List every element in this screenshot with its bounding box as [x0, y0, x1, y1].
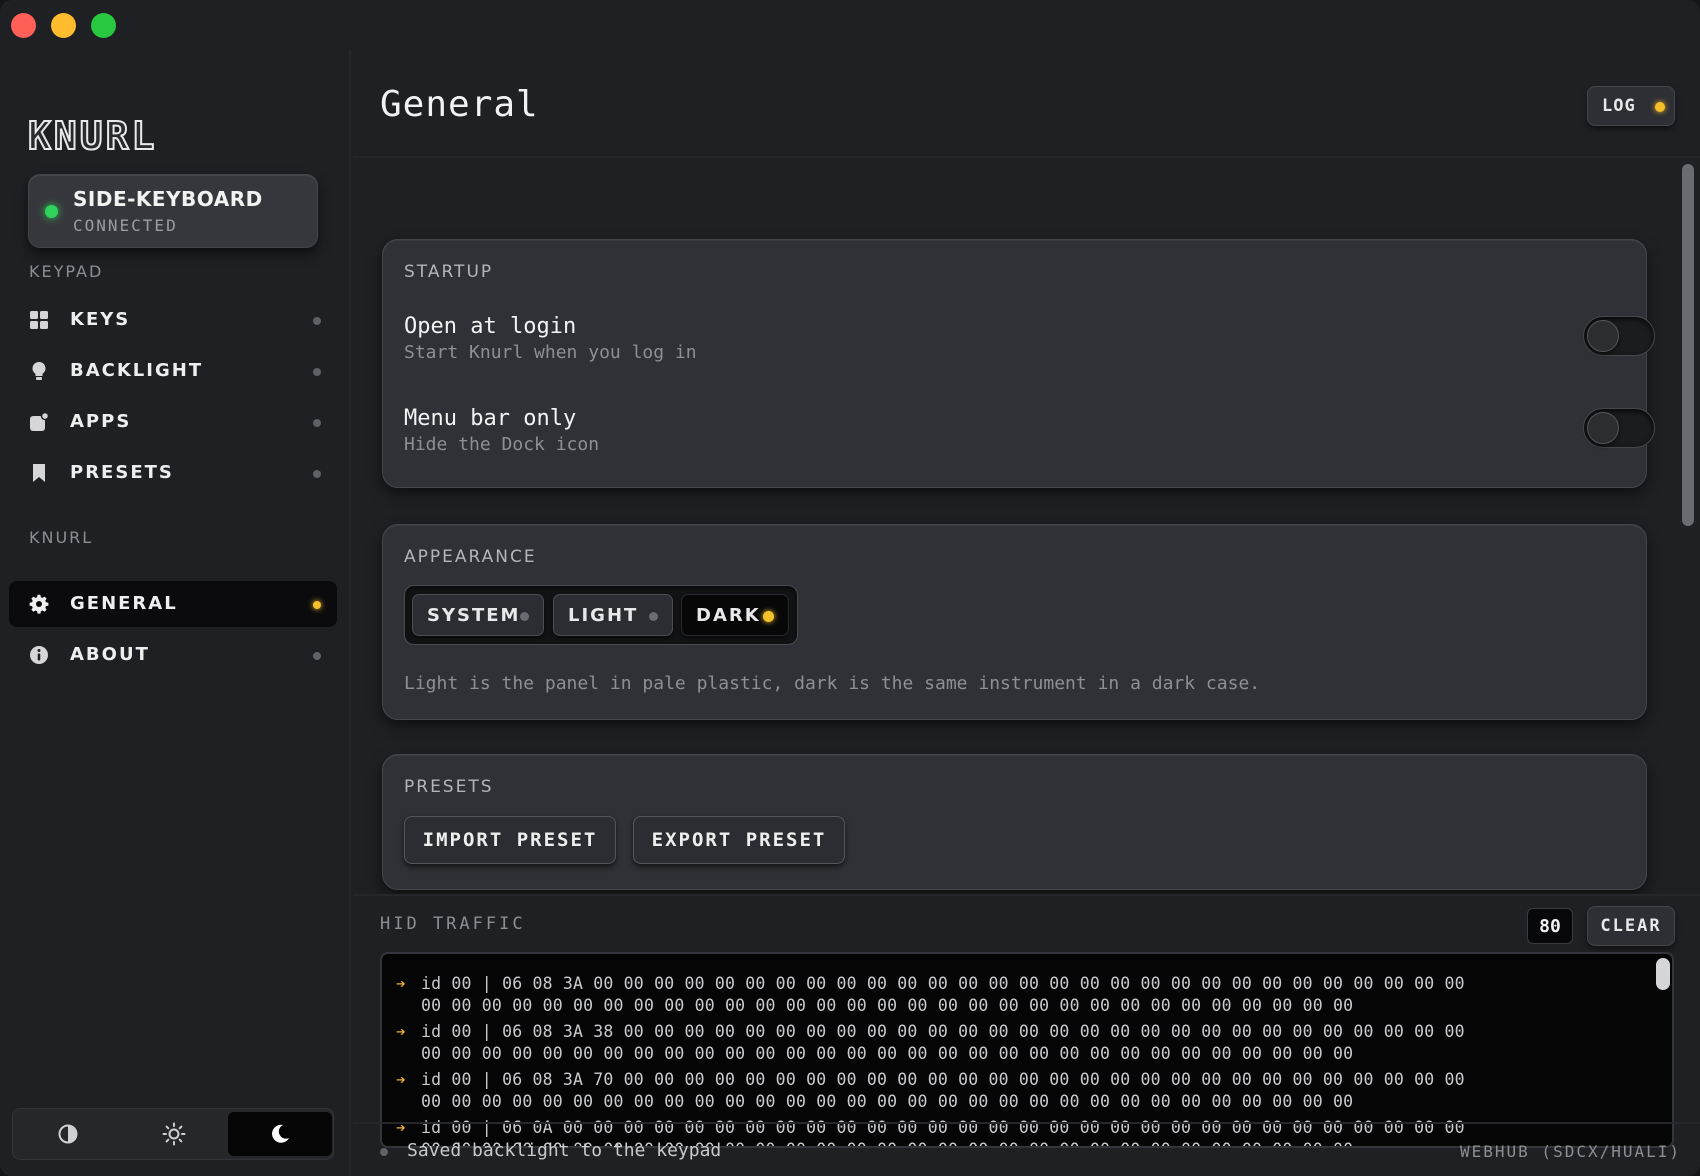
sidebar-item-label: BACKLIGHT: [70, 360, 204, 381]
segment-dot: [520, 612, 529, 621]
appearance-card: APPEARANCE SYSTEM LIGHT DARK Light is th…: [382, 524, 1647, 720]
main-panel: General LOG STARTUP Open at login Start …: [353, 50, 1700, 1176]
segment-label: LIGHT: [568, 605, 639, 626]
segment-dot: [649, 612, 658, 621]
theme-switch: [12, 1108, 334, 1160]
hid-line: id 00 | 06 08 3A 00 00 00 00 00 00 00 00…: [421, 974, 1465, 993]
hid-log-scrollbar[interactable]: [1656, 958, 1670, 990]
connection-source: WEBHUB (SDCX/HUALI): [1460, 1142, 1682, 1161]
contrast-icon: [58, 1124, 78, 1144]
sidebar-item-general[interactable]: GENERAL: [9, 581, 337, 627]
hid-count-badge: 80: [1527, 908, 1573, 944]
hid-line: 00 00 00 00 00 00 00 00 00 00 00 00 00 0…: [421, 996, 1354, 1015]
log-indicator-dot: [1655, 102, 1665, 112]
hid-traffic-title: HID TRAFFIC: [380, 914, 526, 934]
log-button[interactable]: LOG: [1587, 86, 1675, 126]
menu-bar-only-toggle[interactable]: [1583, 408, 1655, 448]
sun-icon: [162, 1122, 186, 1146]
export-preset-button[interactable]: EXPORT PRESET: [633, 816, 845, 864]
app-logo: KNURL: [27, 113, 158, 159]
sidebar-item-label: PRESETS: [70, 462, 174, 483]
toggle-knob: [1587, 320, 1619, 352]
card-title: APPEARANCE: [404, 547, 537, 567]
import-preset-button[interactable]: IMPORT PRESET: [404, 816, 616, 864]
settings-scroll-area[interactable]: STARTUP Open at login Start Knurl when y…: [353, 158, 1700, 894]
sidebar-item-label: APPS: [70, 411, 132, 432]
appearance-light-button[interactable]: LIGHT: [553, 594, 673, 636]
hid-line: id 00 | 06 08 3A 70 00 00 00 00 00 00 00…: [421, 1070, 1465, 1089]
sidebar-item-label: KEYS: [70, 309, 131, 330]
appearance-segmented-control: SYSTEM LIGHT DARK: [404, 585, 798, 645]
open-at-login-toggle[interactable]: [1583, 316, 1655, 356]
startup-card: STARTUP Open at login Start Knurl when y…: [382, 239, 1655, 488]
info-icon: [30, 646, 48, 664]
segment-label: DARK: [696, 605, 761, 626]
status-dot: [380, 1148, 388, 1156]
setting-subtitle: Start Knurl when you log in: [404, 342, 697, 363]
sidebar-item-backlight[interactable]: BACKLIGHT: [9, 348, 337, 394]
connection-led: [45, 205, 58, 218]
card-title: STARTUP: [404, 262, 494, 282]
theme-dark-option[interactable]: [228, 1112, 332, 1156]
segment-label: SYSTEM: [427, 605, 521, 626]
theme-light-option[interactable]: [122, 1112, 226, 1156]
sidebar: KNURL SIDE-KEYBOARD CONNECTED KEYPAD KEY…: [0, 50, 351, 1176]
status-bar: Saved backlight to the keypad WEBHUB (SD…: [353, 1122, 1700, 1176]
bulb-icon: [32, 362, 46, 380]
status-dot: [313, 368, 321, 376]
outgoing-arrow-icon: ➔: [396, 1070, 406, 1089]
app-icon: [30, 412, 49, 431]
setting-subtitle: Hide the Dock icon: [404, 434, 600, 455]
device-status-card[interactable]: SIDE-KEYBOARD CONNECTED: [28, 174, 318, 248]
zoom-window-button[interactable]: [91, 13, 116, 38]
presets-card: PRESETS IMPORT PRESET EXPORT PRESET: [382, 754, 1647, 890]
hid-line: 00 00 00 00 00 00 00 00 00 00 00 00 00 0…: [421, 1044, 1354, 1063]
sidebar-item-keys[interactable]: KEYS: [9, 297, 337, 343]
moon-icon: [272, 1124, 289, 1143]
toggle-knob: [1587, 412, 1619, 444]
appearance-system-button[interactable]: SYSTEM: [412, 594, 544, 636]
status-dot: [313, 419, 321, 427]
outgoing-arrow-icon: ➔: [396, 974, 406, 993]
outgoing-arrow-icon: ➔: [396, 1022, 406, 1041]
clear-button[interactable]: CLEAR: [1587, 906, 1675, 946]
active-indicator-dot: [313, 601, 321, 609]
bookmark-icon: [33, 464, 45, 482]
sidebar-item-apps[interactable]: APPS: [9, 399, 337, 445]
minimize-window-button[interactable]: [51, 13, 76, 38]
status-dot: [313, 317, 321, 325]
sidebar-item-label: GENERAL: [70, 593, 178, 614]
appearance-dark-button[interactable]: DARK: [681, 594, 789, 636]
segment-selected-dot: [763, 611, 774, 622]
theme-system-option[interactable]: [16, 1112, 120, 1156]
sidebar-item-presets[interactable]: PRESETS: [9, 450, 337, 496]
status-dot: [313, 470, 321, 478]
close-window-button[interactable]: [11, 13, 36, 38]
device-status: CONNECTED: [73, 216, 178, 235]
card-title: PRESETS: [404, 777, 494, 797]
sidebar-section-keypad: KEYPAD: [29, 262, 104, 281]
status-dot: [313, 652, 321, 660]
page-title: General: [380, 84, 539, 125]
setting-title: Menu bar only: [404, 406, 577, 431]
gear-icon: [29, 594, 49, 614]
appearance-description: Light is the panel in pale plastic, dark…: [404, 673, 1261, 694]
app-window: KNURL SIDE-KEYBOARD CONNECTED KEYPAD KEY…: [0, 0, 1700, 1176]
hid-traffic-log[interactable]: ➔ id 00 | 06 08 3A 00 00 00 00 00 00 00 …: [380, 952, 1674, 1148]
grid-icon: [30, 311, 48, 329]
sidebar-item-label: ABOUT: [70, 644, 150, 665]
hid-line: id 00 | 06 08 3A 38 00 00 00 00 00 00 00…: [421, 1022, 1465, 1041]
settings-scrollbar[interactable]: [1682, 164, 1694, 526]
hid-line: 00 00 00 00 00 00 00 00 00 00 00 00 00 0…: [421, 1092, 1354, 1111]
status-message: Saved backlight to the keypad: [407, 1140, 722, 1161]
sidebar-section-knurl: KNURL: [29, 528, 94, 547]
window-controls: [11, 13, 116, 38]
log-button-label: LOG: [1602, 96, 1636, 116]
sidebar-item-about[interactable]: ABOUT: [9, 632, 337, 678]
setting-title: Open at login: [404, 314, 577, 339]
device-name: SIDE-KEYBOARD: [73, 187, 263, 211]
